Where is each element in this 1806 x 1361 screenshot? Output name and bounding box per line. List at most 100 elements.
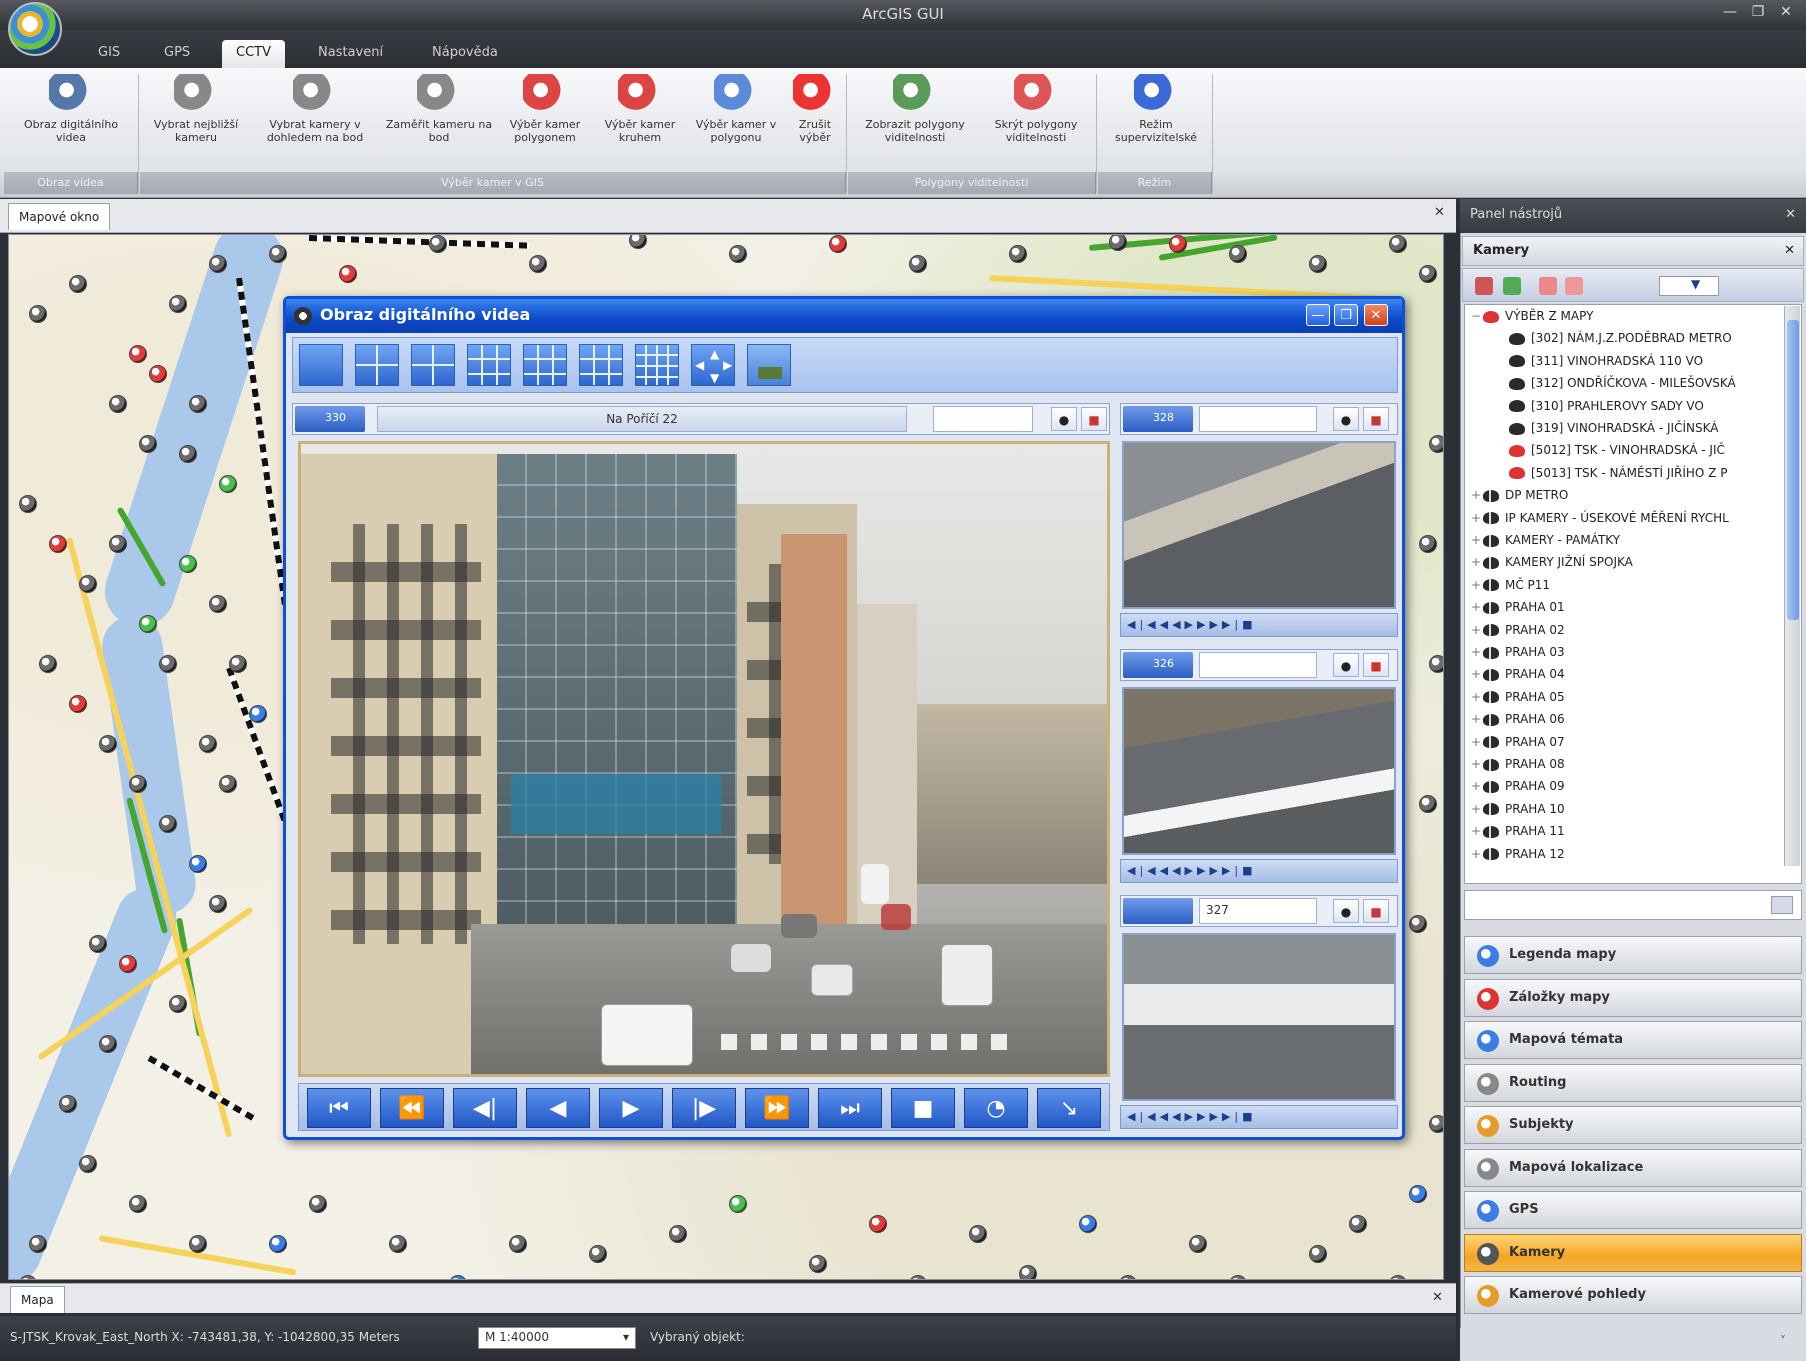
camera-select-icon[interactable]: ● (1333, 653, 1359, 677)
camera-marker-icon[interactable] (39, 655, 57, 673)
video-minimize-button[interactable]: — (1306, 304, 1330, 326)
camera-marker-icon[interactable] (869, 1215, 887, 1233)
camera-circle-button[interactable]: Výběr kamer kruhem (592, 74, 688, 168)
camera-marker-icon[interactable] (269, 1235, 287, 1253)
camera-marker-icon[interactable] (1429, 435, 1443, 453)
camera-marker-icon[interactable] (139, 435, 157, 453)
close-app-button[interactable]: ✕ (1774, 4, 1798, 24)
camera-marker-icon[interactable] (1229, 245, 1247, 263)
tree-group[interactable]: − VÝBĚR Z MAPY (1471, 309, 1593, 329)
camera-marker-icon[interactable] (79, 1155, 97, 1173)
video-maximize-button[interactable]: ❐ (1334, 304, 1358, 326)
camera-marker-icon[interactable] (79, 575, 97, 593)
camera-marker-icon[interactable] (209, 255, 227, 273)
tree-group[interactable]: + KAMERY JIŽNÍ SPOJKA (1471, 555, 1633, 575)
tab-map-window[interactable]: Mapové okno (8, 203, 111, 230)
expand-toggle-icon[interactable]: + (1471, 690, 1483, 704)
camera-marker-icon[interactable] (829, 235, 847, 253)
expand-toggle-icon[interactable]: + (1471, 533, 1483, 547)
camera-marker-icon[interactable] (1229, 1275, 1247, 1279)
layout-1x1-button[interactable] (299, 344, 343, 386)
camera-aim-button[interactable]: Zaměřit kameru na bod (380, 74, 498, 168)
cancel-selection-button[interactable]: Zrušit výběr (784, 74, 846, 168)
tree-camera-item[interactable]: [5012] TSK - VINOHRADSKÁ - JIČ (1497, 443, 1725, 463)
expand-toggle-icon[interactable]: + (1471, 600, 1483, 614)
camera-marker-icon[interactable] (199, 735, 217, 753)
camera-marker-icon[interactable] (219, 775, 237, 793)
camera-marker-icon[interactable] (29, 305, 47, 323)
camera-marker-icon[interactable] (729, 245, 747, 263)
camera-marker-icon[interactable] (1409, 1185, 1427, 1203)
record-icon[interactable]: ■ (1081, 407, 1107, 431)
nav-map-locate-button[interactable]: Mapová lokalizace (1464, 1148, 1802, 1187)
camera-marker-icon[interactable] (1429, 655, 1443, 673)
camera-marker-icon[interactable] (589, 1245, 607, 1263)
video-window-button[interactable]: Obraz digitálního videa (8, 74, 134, 168)
camera-marker-icon[interactable] (19, 1275, 37, 1279)
tree-group[interactable]: + PRAHA 04 (1471, 667, 1565, 687)
camera-marker-icon[interactable] (1419, 795, 1437, 813)
camera-marker-icon[interactable] (179, 445, 197, 463)
tree-group[interactable]: + KAMERY - PAMÁTKY (1471, 533, 1620, 553)
tree-group[interactable]: + IP KAMERY - ÚSEKOVÉ MĚŘENÍ RYCHL (1471, 511, 1729, 531)
small-playback-controls[interactable]: ◀|◀◀◀▶▶▶▶|■ (1120, 1105, 1398, 1129)
tree-camera-item[interactable]: [311] VINOHRADSKÁ 110 VO (1497, 354, 1703, 374)
scrollbar-thumb[interactable] (1787, 320, 1799, 620)
record-icon[interactable]: ■ (1363, 653, 1389, 677)
tree-group[interactable]: + PRAHA 06 (1471, 712, 1565, 732)
tab-help[interactable]: Nápověda (418, 40, 512, 68)
nav-camera-views-button[interactable]: Kamerové pohledy (1464, 1276, 1802, 1314)
camera-select-icon[interactable]: ● (1333, 899, 1359, 923)
camera-nearest-button[interactable]: Vybrat nejbližší kameru (142, 74, 250, 168)
tab-map[interactable]: Mapa (10, 1286, 65, 1313)
dropdown-icon[interactable]: ▼ (1691, 277, 1700, 291)
camera-marker-icon[interactable] (309, 1195, 327, 1213)
camera-marker-icon[interactable] (429, 235, 447, 253)
camera-marker-icon[interactable] (159, 815, 177, 833)
expand-toggle-icon[interactable]: + (1471, 712, 1483, 726)
camera-marker-icon[interactable] (389, 1235, 407, 1253)
camera-marker-icon[interactable] (179, 555, 197, 573)
layout-1plus3-button[interactable] (411, 344, 455, 386)
camera-marker-icon[interactable] (29, 1235, 47, 1253)
expand-toggle-icon[interactable]: + (1471, 623, 1483, 637)
camera-marker-icon[interactable] (229, 655, 247, 673)
camera-marker-icon[interactable] (119, 955, 137, 973)
expand-toggle-icon[interactable]: + (1471, 757, 1483, 771)
remove-camera-icon[interactable] (1565, 277, 1583, 295)
nav-map-themes-button[interactable]: Mapová témata (1464, 1021, 1802, 1059)
playback-button-1[interactable]: ⏪ (380, 1088, 444, 1128)
camera-in-polygon-button[interactable]: Výběr kamer v polygonu (690, 74, 782, 168)
camera-marker-icon[interactable] (1189, 1235, 1207, 1253)
camera-marker-icon[interactable] (209, 895, 227, 913)
tree-scrollbar[interactable] (1784, 306, 1800, 866)
camera-marker-icon[interactable] (1349, 1215, 1367, 1233)
camera-marker-icon[interactable] (339, 265, 357, 283)
playback-button-4[interactable]: ▶ (599, 1088, 663, 1128)
camera-marker-icon[interactable] (59, 1095, 77, 1113)
tree-group[interactable]: + PRAHA 12 (1471, 847, 1565, 867)
tree-camera-item[interactable]: [5013] TSK - NÁMĚSTÍ JIŘÍHO Z P (1497, 466, 1727, 486)
main-video-feed[interactable] (298, 441, 1110, 1077)
tree-group[interactable]: + PRAHA 05 (1471, 690, 1565, 710)
collapse-icon[interactable]: ✕ (1784, 243, 1795, 258)
camera-marker-icon[interactable] (129, 345, 147, 363)
playback-button-3[interactable]: ◀ (526, 1088, 590, 1128)
expand-toggle-icon[interactable]: + (1471, 779, 1483, 793)
tool-field[interactable] (1659, 276, 1719, 296)
small-video-feed[interactable] (1122, 933, 1396, 1101)
nav-legend-button[interactable]: Legenda mapy (1464, 936, 1802, 974)
record-icon[interactable]: ■ (1363, 407, 1389, 431)
playback-button-0[interactable]: ⏮ (307, 1088, 371, 1128)
playback-button-9[interactable]: ◔ (964, 1088, 1028, 1128)
layout-3x3-button[interactable] (523, 344, 567, 386)
video-close-button[interactable]: ✕ (1364, 304, 1388, 326)
camera-marker-icon[interactable] (809, 1255, 827, 1273)
expand-toggle-icon[interactable]: + (1471, 802, 1483, 816)
camera-marker-icon[interactable] (909, 1275, 927, 1279)
tree-group[interactable]: + DP METRO (1471, 488, 1568, 508)
camera-marker-icon[interactable] (269, 245, 287, 263)
app-menu-orb-icon[interactable] (8, 2, 62, 56)
camera-marker-icon[interactable] (169, 295, 187, 313)
tab-cctv[interactable]: CCTV (222, 40, 285, 68)
